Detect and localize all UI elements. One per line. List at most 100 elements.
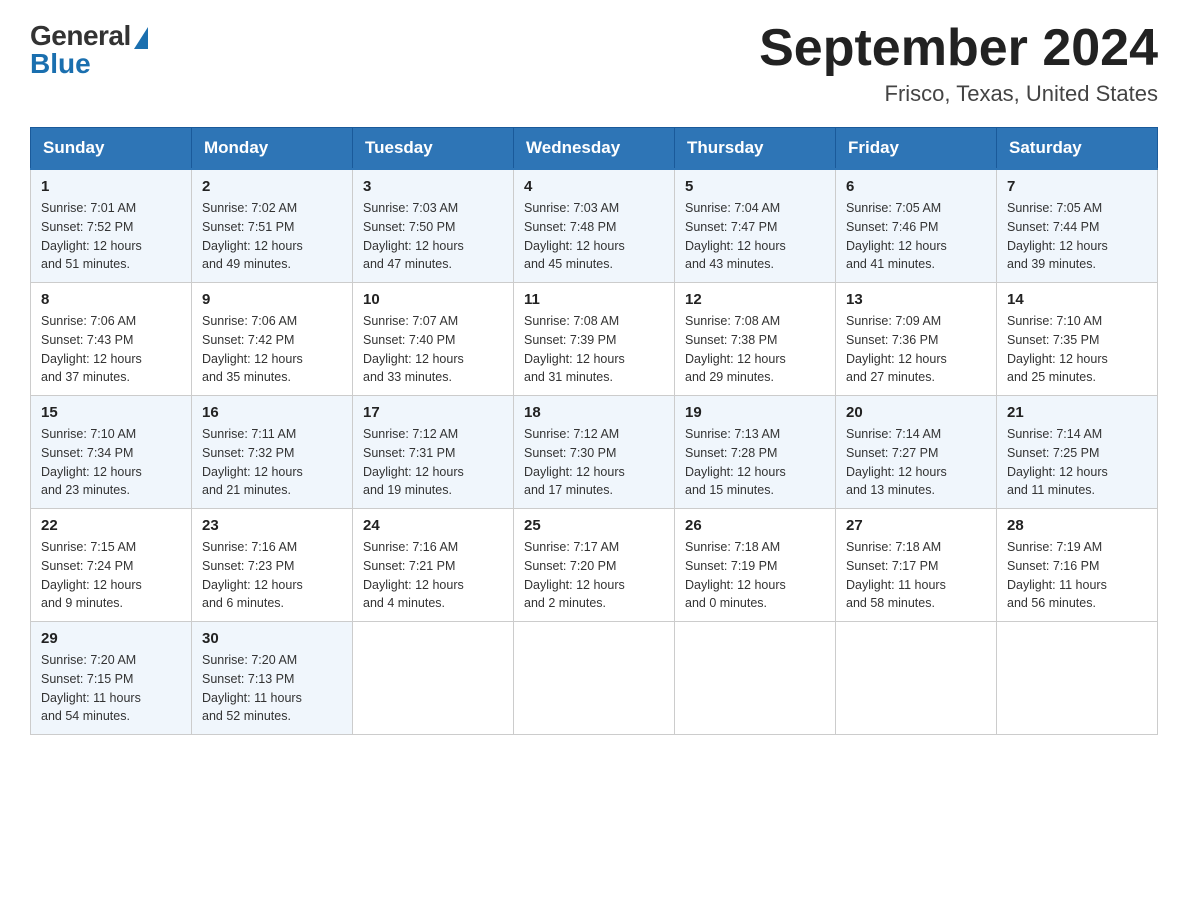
day-info: Sunrise: 7:12 AMSunset: 7:30 PMDaylight:… <box>524 425 664 500</box>
calendar-cell: 17 Sunrise: 7:12 AMSunset: 7:31 PMDayligh… <box>353 396 514 509</box>
calendar-cell <box>997 622 1158 735</box>
calendar-cell: 28 Sunrise: 7:19 AMSunset: 7:16 PMDayligh… <box>997 509 1158 622</box>
calendar-cell <box>514 622 675 735</box>
day-number: 23 <box>202 517 342 534</box>
calendar-cell: 12 Sunrise: 7:08 AMSunset: 7:38 PMDayligh… <box>675 283 836 396</box>
day-number: 29 <box>41 630 181 647</box>
day-number: 5 <box>685 178 825 195</box>
title-block: September 2024 Frisco, Texas, United Sta… <box>759 20 1158 107</box>
calendar-cell: 1 Sunrise: 7:01 AMSunset: 7:52 PMDaylight… <box>31 169 192 283</box>
calendar-cell: 15 Sunrise: 7:10 AMSunset: 7:34 PMDayligh… <box>31 396 192 509</box>
day-number: 2 <box>202 178 342 195</box>
header-friday: Friday <box>836 128 997 170</box>
calendar-cell: 8Sunrise: 7:06 AMSunset: 7:43 PMDaylight… <box>31 283 192 396</box>
day-info: Sunrise: 7:10 AMSunset: 7:35 PMDaylight:… <box>1007 312 1147 387</box>
calendar-cell: 11 Sunrise: 7:08 AMSunset: 7:39 PMDayligh… <box>514 283 675 396</box>
day-number: 3 <box>363 178 503 195</box>
calendar-cell: 27 Sunrise: 7:18 AMSunset: 7:17 PMDayligh… <box>836 509 997 622</box>
day-info: Sunrise: 7:07 AMSunset: 7:40 PMDaylight:… <box>363 312 503 387</box>
day-number: 11 <box>524 291 664 308</box>
day-info: Sunrise: 7:17 AMSunset: 7:20 PMDaylight:… <box>524 538 664 613</box>
calendar-cell: 9Sunrise: 7:06 AMSunset: 7:42 PMDaylight… <box>192 283 353 396</box>
day-number: 19 <box>685 404 825 421</box>
calendar-week-row: 1 Sunrise: 7:01 AMSunset: 7:52 PMDaylight… <box>31 169 1158 283</box>
day-number: 16 <box>202 404 342 421</box>
header-wednesday: Wednesday <box>514 128 675 170</box>
calendar-cell <box>675 622 836 735</box>
day-info: Sunrise: 7:13 AMSunset: 7:28 PMDaylight:… <box>685 425 825 500</box>
day-number: 15 <box>41 404 181 421</box>
day-info: Sunrise: 7:14 AMSunset: 7:27 PMDaylight:… <box>846 425 986 500</box>
calendar-cell: 13Sunrise: 7:09 AMSunset: 7:36 PMDayligh… <box>836 283 997 396</box>
day-info: Sunrise: 7:02 AMSunset: 7:51 PMDaylight:… <box>202 199 342 274</box>
calendar-location: Frisco, Texas, United States <box>759 81 1158 107</box>
day-info: Sunrise: 7:20 AMSunset: 7:15 PMDaylight:… <box>41 651 181 726</box>
day-info: Sunrise: 7:19 AMSunset: 7:16 PMDaylight:… <box>1007 538 1147 613</box>
day-info: Sunrise: 7:04 AMSunset: 7:47 PMDaylight:… <box>685 199 825 274</box>
day-number: 1 <box>41 178 181 195</box>
day-info: Sunrise: 7:03 AMSunset: 7:48 PMDaylight:… <box>524 199 664 274</box>
day-number: 26 <box>685 517 825 534</box>
day-number: 10 <box>363 291 503 308</box>
header-sunday: Sunday <box>31 128 192 170</box>
calendar-week-row: 29 Sunrise: 7:20 AMSunset: 7:15 PMDayligh… <box>31 622 1158 735</box>
day-info: Sunrise: 7:01 AMSunset: 7:52 PMDaylight:… <box>41 199 181 274</box>
calendar-cell: 5 Sunrise: 7:04 AMSunset: 7:47 PMDaylight… <box>675 169 836 283</box>
day-info: Sunrise: 7:18 AMSunset: 7:19 PMDaylight:… <box>685 538 825 613</box>
calendar-cell: 30Sunrise: 7:20 AMSunset: 7:13 PMDayligh… <box>192 622 353 735</box>
day-info: Sunrise: 7:12 AMSunset: 7:31 PMDaylight:… <box>363 425 503 500</box>
day-info: Sunrise: 7:10 AMSunset: 7:34 PMDaylight:… <box>41 425 181 500</box>
calendar-cell <box>836 622 997 735</box>
day-info: Sunrise: 7:03 AMSunset: 7:50 PMDaylight:… <box>363 199 503 274</box>
day-number: 14 <box>1007 291 1147 308</box>
calendar-cell: 26 Sunrise: 7:18 AMSunset: 7:19 PMDayligh… <box>675 509 836 622</box>
day-number: 13 <box>846 291 986 308</box>
header-saturday: Saturday <box>997 128 1158 170</box>
day-number: 12 <box>685 291 825 308</box>
header-thursday: Thursday <box>675 128 836 170</box>
calendar-cell: 29 Sunrise: 7:20 AMSunset: 7:15 PMDayligh… <box>31 622 192 735</box>
logo-triangle-icon <box>134 27 148 49</box>
calendar-cell: 4 Sunrise: 7:03 AMSunset: 7:48 PMDaylight… <box>514 169 675 283</box>
calendar-week-row: 22 Sunrise: 7:15 AMSunset: 7:24 PMDayligh… <box>31 509 1158 622</box>
calendar-cell: 22 Sunrise: 7:15 AMSunset: 7:24 PMDayligh… <box>31 509 192 622</box>
calendar-cell: 6Sunrise: 7:05 AMSunset: 7:46 PMDaylight… <box>836 169 997 283</box>
day-number: 20 <box>846 404 986 421</box>
day-number: 28 <box>1007 517 1147 534</box>
calendar-cell <box>353 622 514 735</box>
logo-blue-text: Blue <box>30 48 91 80</box>
day-number: 7 <box>1007 178 1147 195</box>
calendar-cell: 24 Sunrise: 7:16 AMSunset: 7:21 PMDayligh… <box>353 509 514 622</box>
day-info: Sunrise: 7:11 AMSunset: 7:32 PMDaylight:… <box>202 425 342 500</box>
day-info: Sunrise: 7:18 AMSunset: 7:17 PMDaylight:… <box>846 538 986 613</box>
day-info: Sunrise: 7:16 AMSunset: 7:21 PMDaylight:… <box>363 538 503 613</box>
calendar-title: September 2024 <box>759 20 1158 77</box>
day-number: 30 <box>202 630 342 647</box>
calendar-cell: 20 Sunrise: 7:14 AMSunset: 7:27 PMDayligh… <box>836 396 997 509</box>
page-header: General Blue September 2024 Frisco, Texa… <box>30 20 1158 107</box>
day-info: Sunrise: 7:15 AMSunset: 7:24 PMDaylight:… <box>41 538 181 613</box>
calendar-cell: 10 Sunrise: 7:07 AMSunset: 7:40 PMDayligh… <box>353 283 514 396</box>
calendar-header-row: SundayMondayTuesdayWednesdayThursdayFrid… <box>31 128 1158 170</box>
day-number: 24 <box>363 517 503 534</box>
day-number: 6 <box>846 178 986 195</box>
calendar-cell: 7Sunrise: 7:05 AMSunset: 7:44 PMDaylight… <box>997 169 1158 283</box>
day-info: Sunrise: 7:08 AMSunset: 7:38 PMDaylight:… <box>685 312 825 387</box>
day-number: 27 <box>846 517 986 534</box>
day-info: Sunrise: 7:16 AMSunset: 7:23 PMDaylight:… <box>202 538 342 613</box>
day-info: Sunrise: 7:08 AMSunset: 7:39 PMDaylight:… <box>524 312 664 387</box>
calendar-week-row: 15 Sunrise: 7:10 AMSunset: 7:34 PMDayligh… <box>31 396 1158 509</box>
day-info: Sunrise: 7:06 AMSunset: 7:42 PMDaylight:… <box>202 312 342 387</box>
header-tuesday: Tuesday <box>353 128 514 170</box>
day-number: 25 <box>524 517 664 534</box>
day-info: Sunrise: 7:06 AMSunset: 7:43 PMDaylight:… <box>41 312 181 387</box>
day-number: 17 <box>363 404 503 421</box>
calendar-cell: 3 Sunrise: 7:03 AMSunset: 7:50 PMDaylight… <box>353 169 514 283</box>
calendar-cell: 2 Sunrise: 7:02 AMSunset: 7:51 PMDaylight… <box>192 169 353 283</box>
calendar-cell: 14 Sunrise: 7:10 AMSunset: 7:35 PMDayligh… <box>997 283 1158 396</box>
day-number: 4 <box>524 178 664 195</box>
calendar-cell: 23 Sunrise: 7:16 AMSunset: 7:23 PMDayligh… <box>192 509 353 622</box>
day-info: Sunrise: 7:14 AMSunset: 7:25 PMDaylight:… <box>1007 425 1147 500</box>
logo: General Blue <box>30 20 148 80</box>
day-number: 22 <box>41 517 181 534</box>
